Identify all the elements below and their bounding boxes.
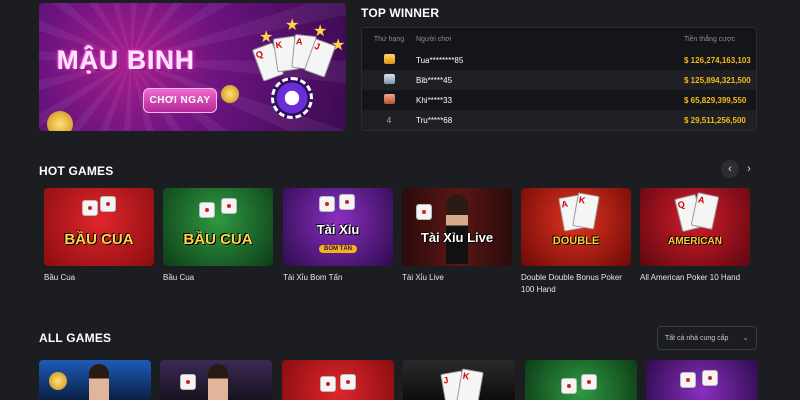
table-row: Tua********85 $ 126,274,163,103 [362,50,756,70]
thumb-title: BẦU CUA [64,231,134,249]
host-avatar [89,364,109,400]
thumb-title: Tài Xỉu Live [420,230,494,246]
star-icon: ★ [285,17,300,34]
dice-icon [339,194,355,210]
table-row: Bib*****45 $ 125,894,321,500 [362,70,756,90]
all-game-thumbnail[interactable] [160,360,272,400]
winnings-amount: $ 126,274,163,103 [684,55,751,65]
bronze-medal-icon [383,94,395,104]
thumb-title: DOUBLE [552,235,600,248]
all-game-thumbnail[interactable] [39,360,151,400]
dice-icon [221,198,237,214]
all-game-thumbnail[interactable]: J K [403,360,515,400]
silver-medal-icon [383,74,395,84]
game-name: Double Double Bonus Poker 100 Hand [521,273,622,294]
dice-icon [100,196,116,212]
game-thumbnail[interactable]: BẦU CUA [163,188,273,266]
dealer-avatar [446,194,468,264]
coin-icon [221,85,239,103]
hot-games-title: HOT GAMES [39,164,114,178]
thumb-subtitle: BOM TẤN [319,244,357,253]
dice-icon [180,374,196,390]
game-thumbnail[interactable]: A K DOUBLE [521,188,631,266]
carousel-prev-button[interactable]: ‹ [721,160,739,178]
poker-chip-icon [271,77,313,119]
host-avatar [208,364,228,400]
dice-icon [320,376,336,392]
top-winner-table: Thứ hạng Người chơi Tiền thắng cược Tua*… [361,27,757,131]
game-name: Tài Xỉu Live [402,273,444,282]
gold-medal-icon [383,54,395,64]
table-header: Thứ hạng Người chơi Tiền thắng cược [362,28,756,50]
thumb-title: BẦU CUA [183,231,253,249]
dice-icon [199,202,215,218]
chevron-down-icon: ⌄ [742,333,749,342]
game-card-bau-cua-2[interactable]: BẦU CUA Bầu Cua [163,188,273,284]
dice-icon [702,370,718,386]
winnings-amount: $ 29,511,256,500 [684,115,746,125]
game-thumbnail[interactable]: Tài Xỉu BOM TẤN [283,188,393,266]
play-now-button[interactable]: CHƠI NGAY [143,88,217,113]
game-name: Bầu Cua [163,273,195,282]
game-thumbnail[interactable]: BẦU CUA [44,188,154,266]
player-name: Tua********85 [416,55,464,65]
table-row: Khi*****33 $ 65,829,399,550 [362,90,756,110]
thumb-title: AMERICAN [668,235,722,247]
table-row: 4 Tru*****68 $ 29,511,256,500 [362,110,756,130]
game-card-tai-xiu-live[interactable]: Tài Xỉu Live Tài Xỉu Live [402,188,512,284]
game-card-double-double-bonus[interactable]: A K DOUBLE Double Double Bonus Poker 100… [521,188,631,295]
card-icon: K [572,192,600,230]
rank-number: 4 [386,115,392,125]
dice-icon [561,378,577,394]
card-icon: K [456,368,484,400]
thumb-title: Tài Xỉu [316,222,360,238]
player-name: Tru*****68 [416,115,453,125]
game-card-tai-xiu-bom-tan[interactable]: Tài Xỉu BOM TẤN Tài Xỉu Bom Tấn [283,188,393,284]
dice-icon [340,374,356,390]
carousel-next-button[interactable]: › [740,160,758,178]
game-thumbnail[interactable]: Q A AMERICAN [640,188,750,266]
player-name: Bib*****45 [416,75,453,85]
dice-icon [680,372,696,388]
game-card-bau-cua[interactable]: BẦU CUA Bầu Cua [44,188,154,284]
dice-icon [581,374,597,390]
game-thumbnail[interactable]: Tài Xỉu Live [402,188,512,266]
winnings-header: Tiền thắng cược [684,35,736,43]
dice-icon [416,204,432,220]
game-name: All American Poker 10 Hand [640,273,741,282]
player-header: Người chơi [416,35,452,43]
all-game-thumbnail[interactable] [282,360,394,400]
game-name: Bầu Cua [44,273,76,282]
provider-select-value: Tất cả nhà cung cấp [665,334,729,342]
winnings-amount: $ 65,829,399,550 [684,95,747,105]
mau-binh-banner[interactable]: MẬU BINH CHƠI NGAY ★ ★ ★ ★ Q K A J [39,3,346,131]
provider-select[interactable]: Tất cả nhà cung cấp ⌄ [657,326,757,350]
all-game-thumbnail[interactable] [525,360,637,400]
coin-icon [47,111,73,131]
coin-icon [49,372,67,390]
player-name: Khi*****33 [416,95,453,105]
rank-header: Thứ hạng [373,35,405,43]
playing-cards-illustration: ★ ★ ★ ★ Q K A J [251,17,345,119]
game-card-all-american-poker[interactable]: Q A AMERICAN All American Poker 10 Hand [640,188,750,284]
banner-title: MẬU BINH [57,45,195,75]
all-games-title: ALL GAMES [39,331,112,345]
top-winner-title: TOP WINNER [361,6,440,20]
dice-icon [82,200,98,216]
winnings-amount: $ 125,894,321,500 [684,75,751,85]
dice-icon [319,196,335,212]
game-name: Tài Xỉu Bom Tấn [283,273,343,282]
all-game-thumbnail[interactable] [646,360,758,400]
